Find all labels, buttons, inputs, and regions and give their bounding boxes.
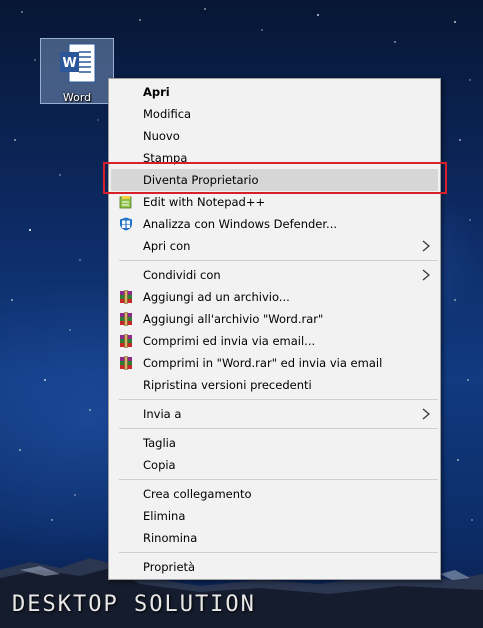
menu-item-proprieta[interactable]: Proprietà [109, 556, 440, 578]
menu-item-ripristina-versioni[interactable]: Ripristina versioni precedenti [109, 374, 440, 396]
menu-item-nuovo[interactable]: Nuovo [109, 125, 440, 147]
winrar-icon [120, 312, 132, 326]
menu-item-label: Comprimi in "Word.rar" ed invia via emai… [143, 356, 383, 370]
menu-item-elimina[interactable]: Elimina [109, 505, 440, 527]
menu-item-label: Analizza con Windows Defender... [143, 217, 338, 231]
menu-item-aggiungi-archivio[interactable]: Aggiungi ad un archivio... [109, 286, 440, 308]
menu-item-apri[interactable]: Apri [109, 81, 440, 103]
menu-item-modifica[interactable]: Modifica [109, 103, 440, 125]
menu-item-label: Invia a [143, 407, 182, 421]
winrar-icon [120, 290, 132, 304]
svg-text:W: W [62, 56, 76, 71]
menu-item-label: Copia [143, 458, 176, 472]
menu-item-comprimi-invia-email[interactable]: Comprimi ed invia via email... [109, 330, 440, 352]
menu-item-taglia[interactable]: Taglia [109, 432, 440, 454]
menu-item-apri-con[interactable]: Apri con [109, 235, 440, 257]
chevron-right-icon [422, 240, 430, 252]
windows-defender-icon [120, 217, 132, 231]
menu-item-label: Crea collegamento [143, 487, 252, 501]
menu-item-label: Aggiungi all'archivio "Word.rar" [143, 312, 324, 326]
menu-item-label: Apri con [143, 239, 191, 253]
menu-separator [119, 260, 438, 261]
watermark-text: DESKTOP SOLUTION [12, 592, 256, 617]
menu-item-label: Proprietà [143, 560, 196, 574]
notepad-plus-icon [119, 196, 132, 209]
menu-item-label: Ripristina versioni precedenti [143, 378, 312, 392]
menu-item-crea-collegamento[interactable]: Crea collegamento [109, 483, 440, 505]
desktop-icon-label: Word [62, 91, 92, 104]
menu-item-label: Nuovo [143, 129, 180, 143]
winrar-icon [120, 356, 132, 370]
menu-item-rinomina[interactable]: Rinomina [109, 527, 440, 549]
winrar-icon [120, 334, 132, 348]
menu-item-label: Comprimi ed invia via email... [143, 334, 316, 348]
menu-item-label: Apri [143, 85, 170, 99]
menu-item-comprimi-word-rar-email[interactable]: Comprimi in "Word.rar" ed invia via emai… [109, 352, 440, 374]
menu-item-invia-a[interactable]: Invia a [109, 403, 440, 425]
context-menu: Apri Modifica Nuovo Stampa Diventa Propr… [108, 78, 441, 580]
menu-separator [119, 428, 438, 429]
menu-item-condividi-con[interactable]: Condividi con [109, 264, 440, 286]
menu-item-copia[interactable]: Copia [109, 454, 440, 476]
menu-separator [119, 399, 438, 400]
menu-item-label: Taglia [143, 436, 176, 450]
menu-separator [119, 552, 438, 553]
menu-item-aggiungi-word-rar[interactable]: Aggiungi all'archivio "Word.rar" [109, 308, 440, 330]
menu-item-windows-defender[interactable]: Analizza con Windows Defender... [109, 213, 440, 235]
desktop-icon-word[interactable]: W Word [40, 38, 114, 104]
chevron-right-icon [422, 408, 430, 420]
menu-item-label: Edit with Notepad++ [143, 195, 266, 209]
word-document-icon: W [60, 43, 96, 83]
menu-item-label: Elimina [143, 509, 186, 523]
menu-item-label: Aggiungi ad un archivio... [143, 290, 290, 304]
menu-item-label: Rinomina [143, 531, 198, 545]
menu-item-label: Modifica [143, 107, 192, 121]
chevron-right-icon [422, 269, 430, 281]
menu-item-label: Condividi con [143, 268, 221, 282]
highlight-annotation-box [103, 162, 447, 194]
menu-item-edit-with-notepad[interactable]: Edit with Notepad++ [109, 191, 440, 213]
menu-separator [119, 479, 438, 480]
